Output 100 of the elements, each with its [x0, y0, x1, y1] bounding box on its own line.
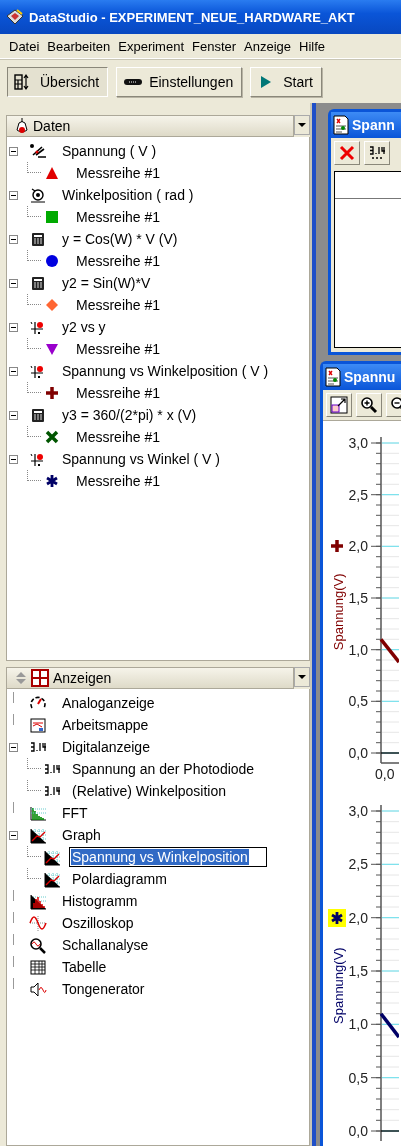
toolbar-button[interactable]: Übersicht [7, 66, 109, 97]
tree-item-label[interactable]: Messreihe #1 [73, 251, 164, 271]
line-graph-icon [43, 848, 61, 866]
tree-item-label[interactable]: y2 vs y [59, 317, 109, 337]
workbook-icon [29, 716, 47, 734]
document-icon [324, 367, 342, 387]
delete-icon [338, 144, 356, 162]
tree-item-label[interactable]: Histogramm [59, 891, 141, 911]
x-axis [380, 762, 399, 764]
tick-label: 2,5 [348, 486, 368, 503]
collapse-toggle[interactable] [9, 454, 18, 464]
tree-item-label[interactable]: Spannung ( V ) [59, 141, 160, 161]
panel-title: Anzeigen [53, 670, 112, 686]
tick-label: 0,5 [348, 693, 368, 710]
tree-connector-line [27, 294, 41, 305]
collapse-toggle[interactable] [9, 322, 18, 332]
menu-item[interactable]: Hilfe [295, 38, 330, 54]
tree-item-label[interactable]: Polardiagramm [69, 869, 170, 889]
digital-display-icon [368, 144, 386, 162]
tick-label: 0,0 [348, 1123, 368, 1139]
tick-label: 3,0 [348, 435, 368, 451]
flask-icon [15, 117, 29, 135]
tree-connector-line [27, 162, 41, 173]
speaker-icon [29, 980, 47, 998]
axis-title: Spannung(V) [331, 947, 346, 1024]
line-graph-icon [29, 826, 47, 844]
tree-item-label[interactable]: Messreihe #1 [73, 383, 164, 403]
tick-label: 2,5 [348, 856, 368, 873]
zoom-fit-button[interactable] [326, 393, 352, 417]
menu-item[interactable]: Anzeige [240, 38, 296, 54]
tree-item-label[interactable]: Analoganzeige [59, 693, 158, 713]
tree-item-label[interactable]: Messreihe #1 [73, 163, 164, 183]
collapse-toggle[interactable] [9, 278, 18, 288]
oscilloscope-icon [29, 914, 47, 932]
tree-item-label[interactable]: Schallanalyse [59, 935, 152, 955]
tree-item-label[interactable]: Messreihe #1 [73, 427, 164, 447]
tree-item-label[interactable]: y2 = Sin(W)*V [59, 273, 154, 293]
collapse-toggle[interactable] [9, 146, 18, 156]
tree-connector-line [27, 426, 41, 437]
tree-item-label[interactable]: Tongenerator [59, 979, 148, 999]
panel-title: Daten [33, 118, 71, 134]
app-logo-icon [5, 8, 25, 26]
tree-connector-line [27, 250, 41, 261]
tree-connector-line [27, 382, 41, 393]
collapse-toggle[interactable] [9, 190, 18, 200]
tree-item-label[interactable]: Messreihe #1 [73, 207, 164, 227]
window-title: Spann [352, 117, 395, 133]
zoom-in-button[interactable] [356, 393, 382, 417]
tree-item-label[interactable]: Spannung vs Winkelposition [69, 847, 267, 867]
magnifier-icon [29, 936, 47, 954]
tick-label: 1,0 [348, 1016, 368, 1033]
window-title: DataStudio - EXPERIMENT_NEUE_HARDWARE_AKT [29, 9, 355, 25]
tick-label: 1,0 [348, 641, 368, 658]
tree-item-label[interactable]: Spannung an der Photodiode [69, 759, 258, 779]
tree-item-label[interactable]: Spannung vs Winkel ( V ) [59, 449, 223, 469]
delete-button[interactable] [334, 141, 360, 165]
tree-item-label[interactable]: Arbeitsmappe [59, 715, 152, 735]
tree-item-label[interactable]: (Relative) Winkelposition [69, 781, 230, 801]
tree-connector-line [27, 868, 41, 879]
collapse-toggle[interactable] [9, 742, 18, 752]
menu-item[interactable]: Fenster [188, 38, 241, 54]
sensor-icon [29, 142, 47, 160]
tree-item-label[interactable]: Messreihe #1 [73, 471, 164, 491]
tree-connector-line [27, 780, 41, 791]
tree-item-label[interactable]: Graph [59, 825, 104, 845]
toolbar-button[interactable]: Einstellungen [116, 66, 243, 97]
menu-item[interactable]: Datei [5, 38, 44, 54]
tick-label: 1,5 [348, 963, 368, 979]
tree-item-label[interactable]: y3 = 360/(2*pi) * x (V) [59, 405, 200, 425]
tree-item-label[interactable]: Tabelle [59, 957, 110, 977]
menu-item[interactable]: Bearbeiten [43, 38, 115, 54]
tree-item-label[interactable]: Messreihe #1 [73, 295, 164, 315]
tree-connector-line [27, 206, 41, 217]
collapse-toggle[interactable] [9, 366, 18, 376]
collapse-toggle[interactable] [9, 410, 18, 420]
tree-item-label[interactable]: Winkelposition ( rad ) [59, 185, 197, 205]
tick-label: 2,0 [348, 909, 368, 926]
tree-item-label[interactable]: FFT [59, 803, 91, 823]
tree-connector-line [27, 470, 41, 481]
spectrum-icon [29, 804, 47, 822]
toolbar-button[interactable]: Start [250, 66, 322, 97]
digital-display-button[interactable] [364, 141, 390, 165]
tick-label: 1,5 [348, 590, 368, 606]
tick-label: 0,0 [348, 745, 368, 761]
collapse-toggle[interactable] [9, 830, 18, 840]
tree-connector-line [27, 758, 41, 769]
tree-item-label[interactable]: Spannung vs Winkelposition ( V ) [59, 361, 272, 381]
window-grid-icon [31, 669, 49, 687]
tree-item-label[interactable]: Digitalanzeige [59, 737, 153, 757]
line-graph-icon [43, 870, 61, 888]
tree-item-label[interactable]: Oszilloskop [59, 913, 137, 933]
zoom-fit-icon [330, 396, 348, 414]
window-title: Spannu [344, 369, 396, 385]
menu-item[interactable]: Experiment [114, 38, 188, 54]
calculator-icon [29, 274, 47, 292]
tree-item-label[interactable]: Messreihe #1 [73, 339, 164, 359]
connector-icon [123, 77, 144, 86]
collapse-toggle[interactable] [9, 234, 18, 244]
tree-item-label[interactable]: y = Cos(W) * V (V) [59, 229, 181, 249]
grip-icon [15, 670, 27, 686]
